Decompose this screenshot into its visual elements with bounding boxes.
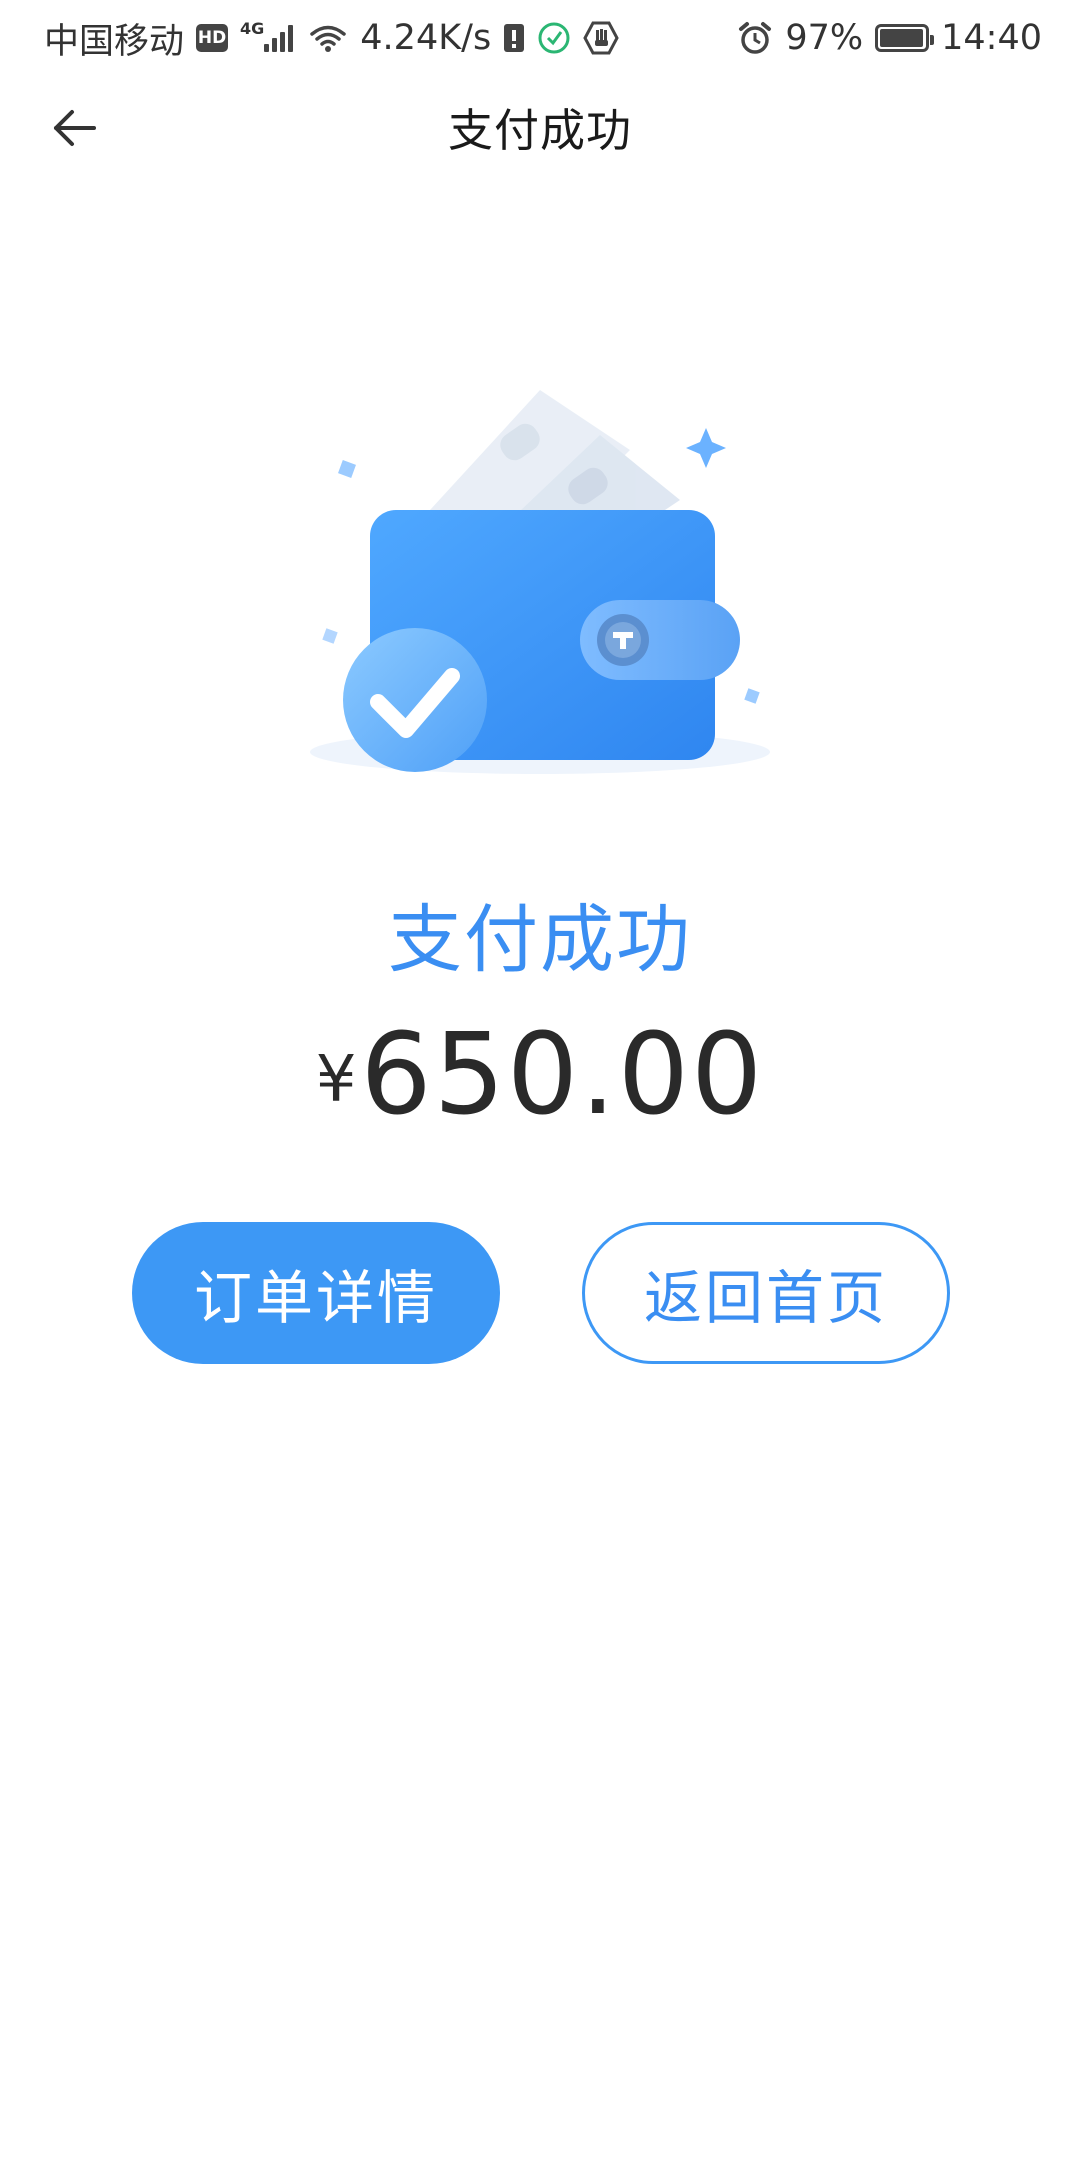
order-details-label: 订单详情 [193,1264,438,1332]
hd-icon: HD [196,24,229,52]
amount-value: 650.00 [360,1010,765,1140]
battery-level-fill [880,29,923,47]
clock-label: 14:40 [941,18,1042,58]
hand-icon [583,21,619,55]
network-speed-label: 4.24K/s [360,18,492,58]
alarm-icon [737,21,773,55]
arrow-left-icon [54,110,96,146]
payment-amount: ¥650.00 [0,1010,1080,1140]
nav-bar: 支付成功 [0,76,1080,176]
back-home-label: 返回首页 [643,1264,888,1332]
status-bar-right: 97% 14:40 [725,18,1042,58]
wifi-icon [308,23,348,53]
currency-symbol: ¥ [315,1043,357,1117]
app-notification-icon [537,21,571,55]
back-button[interactable] [42,96,106,160]
back-home-button[interactable]: 返回首页 [582,1222,950,1364]
battery-percent-label: 97% [785,18,864,58]
battery-icon [875,24,935,52]
screen: 中国移动 HD 4G 4.24K/s 97% 14:40 支付成功 支付成功 ¥… [0,0,1080,2160]
status-bar-left: 中国移动 HD 4G 4.24K/s [44,13,631,64]
status-bar: 中国移动 HD 4G 4.24K/s 97% 14:40 [0,0,1080,76]
carrier-label: 中国移动 [44,21,185,62]
order-details-button[interactable]: 订单详情 [132,1222,500,1364]
page-title: 支付成功 [447,103,632,157]
payment-success-title: 支付成功 [388,897,692,983]
signal-icon [264,24,296,52]
sim-alert-icon [503,23,525,53]
network-type-label: 4G [240,18,265,38]
wallet-success-illustration [300,380,790,800]
